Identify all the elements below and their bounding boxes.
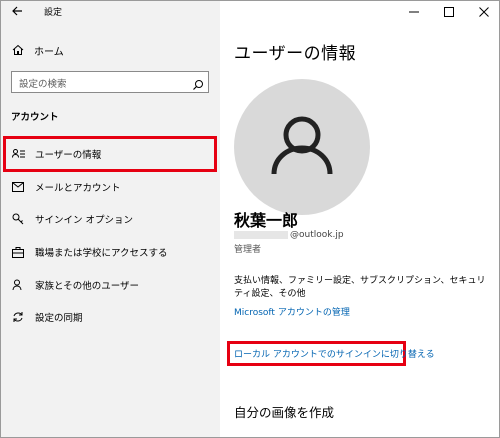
maximize-icon[interactable] [431, 1, 466, 23]
search-icon[interactable] [192, 76, 204, 90]
account-role: 管理者 [234, 245, 262, 255]
sidebar-item-mail-accounts[interactable]: メールとアカウント [11, 178, 211, 196]
sidebar-item-label: サインイン オプション [35, 215, 134, 226]
user-name: 秋葉一郎 [234, 211, 299, 230]
sidebar: 設定 ホーム 設定の検索 アカウント ユーザーの情報 メールとアカウント サイン… [1, 1, 220, 437]
window-controls [396, 1, 499, 23]
briefcase-icon [11, 245, 25, 259]
sidebar-item-work-school[interactable]: 職場または学校にアクセスする [11, 243, 211, 261]
email-mask [234, 231, 288, 239]
key-icon [11, 212, 25, 226]
email-row: @outlook.jp [234, 229, 344, 241]
close-icon[interactable] [466, 1, 499, 23]
section-label-accounts: アカウント [11, 112, 59, 123]
minimize-icon[interactable] [396, 1, 431, 23]
create-picture-heading: 自分の画像を作成 [234, 405, 335, 420]
sidebar-item-label: 職場または学校にアクセスする [35, 248, 168, 259]
avatar [234, 79, 370, 215]
highlight-user-info [3, 136, 217, 172]
add-user-icon [11, 278, 25, 292]
home-nav[interactable]: ホーム [11, 42, 64, 58]
search-input[interactable]: 設定の検索 [11, 71, 209, 93]
back-arrow-icon[interactable] [9, 5, 25, 21]
sidebar-item-signin-options[interactable]: サインイン オプション [11, 210, 211, 228]
sidebar-item-label: 設定の同期 [35, 313, 83, 324]
settings-window: 設定 ホーム 設定の検索 アカウント ユーザーの情報 メールとアカウント サイン… [0, 0, 500, 438]
sidebar-item-family-users[interactable]: 家族とその他のユーザー [11, 276, 211, 294]
sidebar-item-sync-settings[interactable]: 設定の同期 [11, 308, 211, 326]
page-title: ユーザーの情報 [234, 44, 357, 64]
home-label: ホーム [34, 46, 64, 58]
account-description: 支払い情報、ファミリー設定、サブスクリプション、セキュリティ設定、その他 [234, 276, 486, 299]
switch-local-account-link[interactable]: ローカル アカウントでのサインインに切り替える [234, 347, 435, 360]
manage-ms-account-link[interactable]: Microsoft アカウントの管理 [234, 305, 350, 318]
email-domain: @outlook.jp [290, 230, 344, 240]
mail-icon [11, 180, 25, 194]
app-title: 設定 [44, 8, 63, 18]
user-silhouette-icon [271, 116, 333, 175]
home-icon [11, 43, 25, 57]
main-content: ユーザーの情報 秋葉一郎 @outlook.jp 管理者 支払い情報、ファミリー… [220, 1, 499, 437]
sidebar-item-label: 家族とその他のユーザー [35, 281, 140, 292]
search-placeholder: 設定の検索 [19, 79, 67, 90]
sync-icon [11, 310, 25, 324]
sidebar-item-label: メールとアカウント [35, 183, 121, 194]
